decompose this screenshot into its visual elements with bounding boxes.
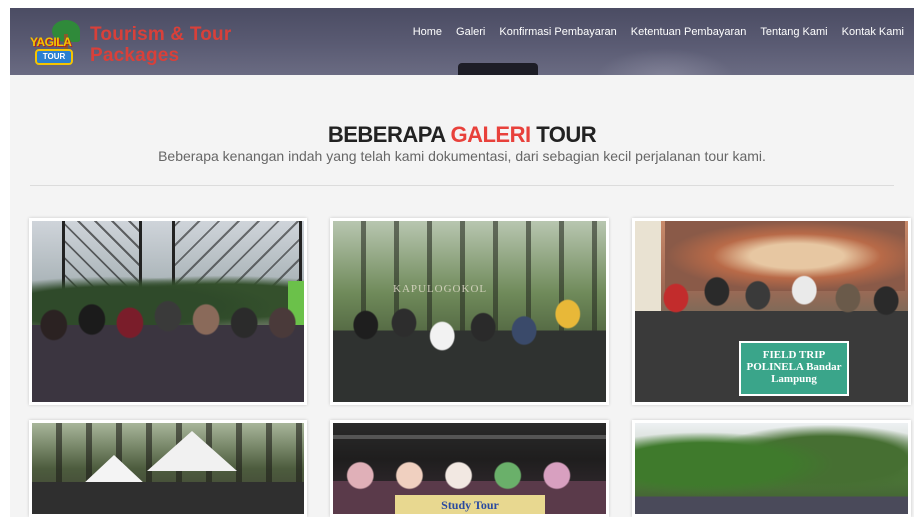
photo-group-people (32, 474, 304, 514)
gallery-photo-4[interactable] (29, 420, 307, 517)
nav-konfirmasi-pembayaran[interactable]: Konfirmasi Pembayaran (492, 26, 623, 38)
nav-ketentuan-pembayaran[interactable]: Ketentuan Pembayaran (624, 26, 754, 38)
brand-name[interactable]: Tourism & Tour Packages (90, 24, 290, 66)
photo-group-people (635, 489, 908, 514)
gallery-section: BEBERAPA GALERI TOUR Beberapa kenangan i… (10, 75, 914, 517)
gallery-photo-image: KAPULOGOKOL (333, 221, 606, 402)
photo-banner-text: FIELD TRIP POLINELA Bandar Lampung (739, 341, 849, 396)
gallery-photo-6[interactable] (632, 420, 911, 517)
photo-railing (333, 435, 606, 439)
nav-tentang-kami[interactable]: Tentang Kami (753, 26, 834, 38)
gallery-photo-3[interactable]: FIELD TRIP POLINELA Bandar Lampung (632, 218, 911, 405)
gallery-photo-2[interactable]: KAPULOGOKOL (330, 218, 609, 405)
nav-kontak-kami[interactable]: Kontak Kami (835, 26, 904, 38)
nav-home[interactable]: Home (406, 26, 449, 38)
gallery-photo-1[interactable] (29, 218, 307, 405)
bus-icon: TOUR (35, 49, 73, 65)
section-title: BEBERAPA GALERI TOUR (10, 122, 914, 148)
gallery-photo-image (635, 423, 908, 514)
section-subtitle: Beberapa kenangan indah yang telah kami … (158, 148, 766, 164)
header-background-glow (595, 48, 735, 75)
header-background-decoration (458, 63, 538, 75)
site-header: YAGILA TOUR Tourism & Tour Packages Home… (10, 8, 914, 75)
section-title-part1: BEBERAPA (327, 122, 451, 147)
section-divider (30, 185, 894, 186)
site-logo[interactable]: YAGILA TOUR (30, 20, 82, 68)
photo-tent (147, 431, 237, 471)
gallery-photo-image (32, 423, 304, 514)
logo-word: YAGILA (30, 35, 72, 49)
photo-banner-text: Study Tour (395, 495, 545, 514)
gallery-photo-image: FIELD TRIP POLINELA Bandar Lampung (635, 221, 908, 402)
section-title-accent: GALERI (450, 122, 531, 147)
main-nav: Home Galeri Konfirmasi Pembayaran Ketent… (406, 26, 904, 38)
nav-galeri[interactable]: Galeri (449, 26, 492, 38)
gallery-photo-image (32, 221, 304, 402)
photo-group-people (333, 292, 606, 402)
gallery-photo-5[interactable]: Study Tour (330, 420, 609, 517)
photo-group-people (32, 292, 304, 402)
window-top-margin (0, 0, 914, 8)
gallery-photo-image: Study Tour (333, 423, 606, 514)
section-title-part2: TOUR (530, 122, 597, 147)
